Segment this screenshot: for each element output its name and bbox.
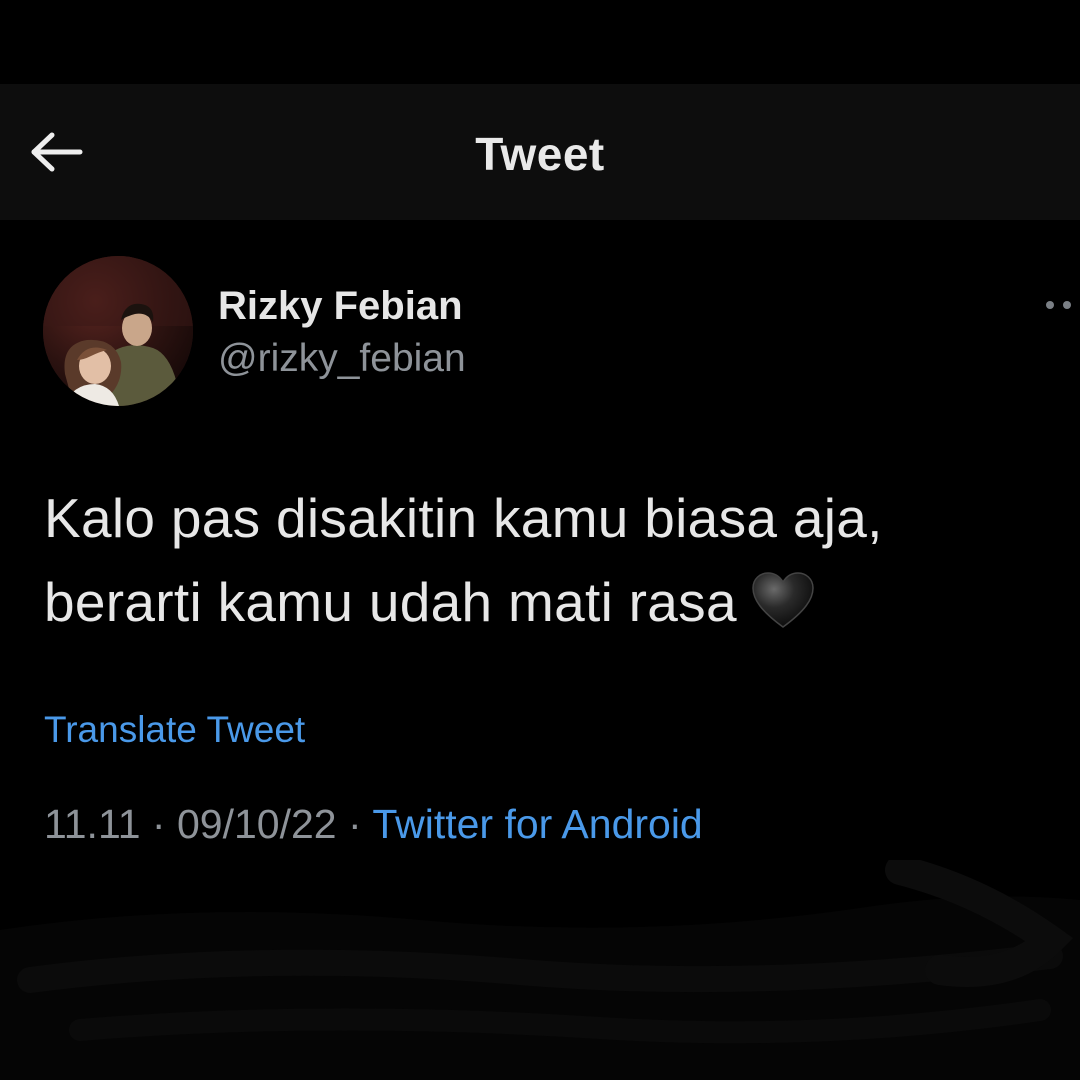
tweet: Rizky Febian @rizky_febian Kalo pas disa…	[0, 220, 1080, 1080]
profile-photo	[43, 256, 193, 406]
author-display-name[interactable]: Rizky Febian	[218, 282, 463, 330]
meta-separator: ·	[151, 801, 166, 847]
tweet-source-link[interactable]: Twitter for Android	[372, 801, 702, 847]
tweet-text: Kalo pas disakitin kamu biasa aja, berar…	[44, 476, 1024, 644]
tweet-date: 09/10/22	[176, 801, 337, 847]
tweet-detail-screen: Tweet Rizky Febian @rizky_febian Kalo pa…	[0, 0, 1080, 1080]
redaction-scribble	[0, 860, 1080, 1080]
tweet-text-line: Kalo pas disakitin kamu biasa aja,	[44, 487, 883, 549]
tweet-meta: 11.11 · 09/10/22 · Twitter for Android	[44, 800, 703, 848]
translate-tweet-link[interactable]: Translate Tweet	[44, 708, 305, 752]
meta-separator: ·	[348, 801, 362, 847]
more-options-icon[interactable]	[1046, 290, 1080, 320]
more-dot	[1063, 301, 1071, 309]
top-app-bar: Tweet	[0, 84, 1080, 220]
tweet-time: 11.11	[44, 801, 141, 847]
author-handle[interactable]: @rizky_febian	[218, 336, 466, 382]
tweet-text-line: berarti kamu udah mati rasa	[44, 571, 737, 633]
black-heart-icon	[752, 572, 814, 628]
more-dot	[1046, 301, 1054, 309]
page-title: Tweet	[475, 128, 605, 180]
tweet-text-line-with-emoji: berarti kamu udah mati rasa	[44, 560, 1024, 644]
status-bar	[0, 0, 1080, 84]
avatar[interactable]	[43, 256, 193, 406]
